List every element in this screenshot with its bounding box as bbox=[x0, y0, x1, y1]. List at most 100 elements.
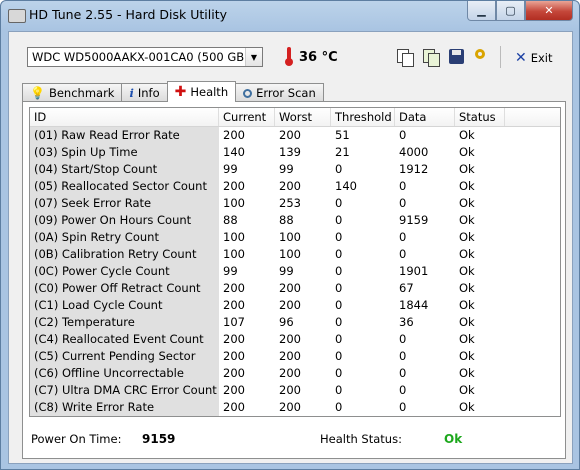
attr-data: 0 bbox=[399, 196, 407, 210]
table-row[interactable]: (05) Reallocated Sector Count 200 200 140 0 O… bbox=[30, 178, 560, 195]
hard-disk-icon bbox=[8, 9, 26, 23]
table-row[interactable]: (0A) Spin Retry Count 100 100 0 0 Ok bbox=[30, 229, 560, 246]
attr-id: (01) Raw Read Error Rate bbox=[30, 127, 219, 144]
column-header-data[interactable]: Data bbox=[395, 108, 455, 126]
attr-worst: 253 bbox=[279, 196, 301, 210]
attr-threshold: 0 bbox=[335, 213, 343, 227]
chevron-down-icon[interactable]: ▼ bbox=[245, 48, 262, 66]
attr-id: (C7) Ultra DMA CRC Error Count bbox=[30, 382, 219, 399]
table-row[interactable]: (09) Power On Hours Count 88 88 0 9159 Ok bbox=[30, 212, 560, 229]
attr-threshold: 0 bbox=[335, 281, 343, 295]
attr-status: Ok bbox=[459, 230, 475, 244]
table-row[interactable]: (C8) Write Error Rate 200 200 0 0 Ok bbox=[30, 399, 560, 416]
attr-status: Ok bbox=[459, 264, 475, 278]
attr-current: 200 bbox=[223, 383, 245, 397]
attr-data: 0 bbox=[399, 400, 407, 414]
table-row[interactable]: (04) Start/Stop Count 99 99 0 1912 Ok bbox=[30, 161, 560, 178]
smart-table[interactable]: ID Current Worst Threshold Data Status (… bbox=[29, 107, 561, 417]
attr-id: (C8) Write Error Rate bbox=[30, 399, 219, 416]
attr-status: Ok bbox=[459, 247, 475, 261]
copy-icon-front bbox=[402, 53, 414, 67]
health-status-value: Ok bbox=[444, 432, 463, 446]
exit-button[interactable]: ✕ Exit bbox=[515, 50, 553, 66]
attr-current: 100 bbox=[223, 196, 245, 210]
drive-select[interactable]: WDC WD5000AAKX-001CA0 (500 GB) ▼ bbox=[27, 47, 263, 67]
attr-status: Ok bbox=[459, 179, 475, 193]
copy-button[interactable] bbox=[396, 48, 414, 67]
attr-data: 0 bbox=[399, 179, 407, 193]
attr-status: Ok bbox=[459, 162, 475, 176]
table-row[interactable]: (C1) Load Cycle Count 200 200 0 1844 Ok bbox=[30, 297, 560, 314]
attr-status: Ok bbox=[459, 332, 475, 346]
attr-current: 88 bbox=[223, 213, 238, 227]
tab-benchmark[interactable]: 💡 Benchmark bbox=[22, 83, 123, 102]
attr-status: Ok bbox=[459, 213, 475, 227]
column-header-worst[interactable]: Worst bbox=[275, 108, 331, 126]
attr-worst: 200 bbox=[279, 179, 301, 193]
attr-status: Ok bbox=[459, 349, 475, 363]
attr-current: 200 bbox=[223, 179, 245, 193]
attr-id: (09) Power On Hours Count bbox=[30, 212, 219, 229]
attr-threshold: 0 bbox=[335, 230, 343, 244]
tab-bar: 💡 Benchmark i Info ✚ Health Error Scan bbox=[22, 81, 324, 102]
table-row[interactable]: (C6) Offline Uncorrectable 200 200 0 0 Ok bbox=[30, 365, 560, 382]
attr-status: Ok bbox=[459, 298, 475, 312]
attr-worst: 200 bbox=[279, 400, 301, 414]
tab-info[interactable]: i Info bbox=[121, 83, 168, 102]
attr-current: 100 bbox=[223, 247, 245, 261]
attr-worst: 200 bbox=[279, 332, 301, 346]
close-button[interactable]: ✕ bbox=[525, 1, 573, 21]
table-row[interactable]: (C2) Temperature 107 96 0 36 Ok bbox=[30, 314, 560, 331]
attr-data: 36 bbox=[399, 315, 414, 329]
maximize-button[interactable]: ▢ bbox=[496, 1, 525, 21]
table-row[interactable]: (C4) Reallocated Event Count 200 200 0 0 Ok bbox=[30, 331, 560, 348]
attr-data: 0 bbox=[399, 230, 407, 244]
attr-worst: 100 bbox=[279, 247, 301, 261]
attr-status: Ok bbox=[459, 145, 475, 159]
attr-id: (0A) Spin Retry Count bbox=[30, 229, 219, 246]
temperature-value: 36 bbox=[299, 50, 318, 65]
attr-current: 200 bbox=[223, 366, 245, 380]
save-button[interactable] bbox=[448, 48, 466, 66]
attr-current: 200 bbox=[223, 128, 245, 142]
health-cross-icon: ✚ bbox=[174, 84, 187, 100]
table-row[interactable]: (07) Seek Error Rate 100 253 0 0 Ok bbox=[30, 195, 560, 212]
attr-id: (C1) Load Cycle Count bbox=[30, 297, 219, 314]
attr-threshold: 0 bbox=[335, 315, 343, 329]
attr-status: Ok bbox=[459, 281, 475, 295]
tab-error-scan[interactable]: Error Scan bbox=[235, 83, 324, 102]
column-header-threshold[interactable]: Threshold bbox=[331, 108, 395, 126]
column-header-status[interactable]: Status bbox=[455, 108, 505, 126]
column-header-current[interactable]: Current bbox=[219, 108, 275, 126]
table-row[interactable]: (C5) Current Pending Sector 200 200 0 0 Ok bbox=[30, 348, 560, 365]
copy-all-button[interactable] bbox=[422, 48, 440, 67]
attr-data: 4000 bbox=[399, 145, 429, 159]
table-row[interactable]: (0C) Power Cycle Count 99 99 0 1901 Ok bbox=[30, 263, 560, 280]
attr-threshold: 0 bbox=[335, 196, 343, 210]
attr-threshold: 51 bbox=[335, 128, 350, 142]
attr-current: 107 bbox=[223, 315, 245, 329]
column-header-id[interactable]: ID bbox=[30, 108, 219, 126]
attr-id: (C4) Reallocated Event Count bbox=[30, 331, 219, 348]
minimize-button[interactable]: ▁ bbox=[467, 1, 496, 21]
table-row[interactable]: (C0) Power Off Retract Count 200 200 0 67 Ok bbox=[30, 280, 560, 297]
attr-worst: 96 bbox=[279, 315, 294, 329]
table-row[interactable]: (C7) Ultra DMA CRC Error Count 200 200 0 0 Ok bbox=[30, 382, 560, 399]
attr-id: (03) Spin Up Time bbox=[30, 144, 219, 161]
title-bar[interactable]: HD Tune 2.55 - Hard Disk Utility ▁ ▢ ✕ bbox=[1, 1, 579, 31]
attr-id: (C0) Power Off Retract Count bbox=[30, 280, 219, 297]
options-button[interactable] bbox=[474, 48, 492, 66]
table-row[interactable]: (03) Spin Up Time 140 139 21 4000 Ok bbox=[30, 144, 560, 161]
tab-health[interactable]: ✚ Health bbox=[166, 81, 237, 102]
power-on-value: 9159 bbox=[142, 432, 176, 446]
attr-threshold: 0 bbox=[335, 332, 343, 346]
attr-worst: 200 bbox=[279, 383, 301, 397]
attr-data: 67 bbox=[399, 281, 414, 295]
close-icon: ✕ bbox=[544, 4, 554, 17]
attr-worst: 99 bbox=[279, 264, 294, 278]
tab-health-label: Health bbox=[190, 85, 229, 99]
attr-current: 140 bbox=[223, 145, 245, 159]
attr-worst: 100 bbox=[279, 230, 301, 244]
table-row[interactable]: (01) Raw Read Error Rate 200 200 51 0 Ok bbox=[30, 127, 560, 144]
table-row[interactable]: (0B) Calibration Retry Count 100 100 0 0 Ok bbox=[30, 246, 560, 263]
